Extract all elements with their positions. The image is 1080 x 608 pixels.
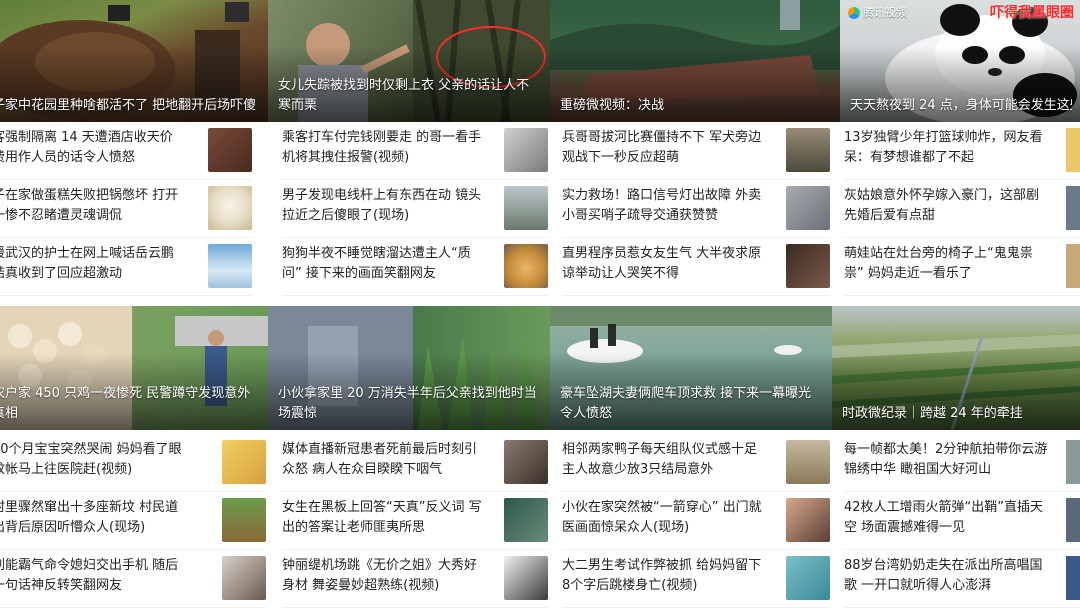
news-title: 10个月宝宝突然哭闹 妈妈看了眼蚊帐马上往医院赶(视频) bbox=[0, 442, 182, 477]
edge-thumbnail-strip bbox=[1066, 440, 1080, 484]
news-title: 大二男生考试作弊被抓 给妈妈留下8个字后跳楼身亡(视频) bbox=[562, 558, 762, 593]
list-item[interactable]: 直男程序员惹女友生气 大半夜求原谅举动让人哭笑不得 bbox=[562, 240, 830, 296]
list-item[interactable]: 相邻两家鸭子每天组队仪式感十足 主人故意少放3只结局意外 bbox=[562, 436, 830, 492]
news-title: 13岁独臂少年打篮球帅炸，网友看呆：有梦想谁都了不起 bbox=[844, 130, 1043, 165]
list-item[interactable]: 客强制隔离 14 天遭酒店收天价费用作人员的话令人愤怒 bbox=[0, 124, 252, 180]
list-item[interactable]: 狗狗半夜不睡觉瞎溜达遭主人“质问” 接下来的画面笑翻网友 bbox=[282, 240, 548, 296]
street-night-thumbnail bbox=[786, 244, 830, 288]
list-item[interactable]: 灰姑娘意外怀孕嫁入豪门，这部剧先婚后爱有点甜 bbox=[844, 182, 1080, 238]
news-title: 女生在黑板上回答“天真”反义词 写出的答案让老师匪夷所思 bbox=[282, 500, 482, 535]
hero-caption: 豪车坠湖夫妻俩爬车顶求救 接下来一幕曝光令人愤怒 bbox=[560, 386, 812, 421]
edge-thumbnail-strip bbox=[1066, 128, 1080, 172]
hero-tile-runaway-son[interactable]: 小伙拿家里 20 万消失半年后父亲找到他时当场震惊 bbox=[268, 306, 550, 430]
list-item[interactable]: 兵哥哥拔河比赛僵持不下 军犬旁边观战下一秒反应超萌 bbox=[562, 124, 830, 180]
pole-thumbnail bbox=[504, 186, 548, 230]
list-item[interactable]: 村里骤然窜出十多座新坟 村民道出背后原因听懵众人(现场) bbox=[0, 494, 266, 550]
edge-thumbnail-strip bbox=[1066, 244, 1080, 288]
news-title: 媒体直播新冠患者死前最后时刻引众怒 病人在众目睽睽下咽气 bbox=[282, 442, 478, 477]
list-item[interactable]: 刘能霸气命令媳妇交出手机 随后一句话神反转笑翻网友 bbox=[0, 552, 266, 608]
news-title: 村里骤然窜出十多座新坟 村民道出背后原因听懵众人(现场) bbox=[0, 500, 179, 535]
hero-caption: 时政微纪录｜跨越 24 年的牵挂 bbox=[842, 406, 1023, 421]
news-title: 每一帧都太美！2分钟航拍带你云游锦绣中华 瞰祖国大好河山 bbox=[844, 442, 1048, 477]
list-item[interactable]: 88岁台湾奶奶走失在派出所高唱国歌 一开口就听得人心澎湃 bbox=[844, 552, 1080, 608]
hero-caption: 农户家 450 只鸡一夜惨死 民警蹲守发现意外真相 bbox=[0, 386, 251, 421]
hero-tile-panda[interactable]: 腾讯视频 吓得我黑眼圈 天天熬夜到 24 点，身体可能会发生这些改变 bbox=[840, 0, 1080, 122]
list-item[interactable]: 每一帧都太美！2分钟航拍带你云游锦绣中华 瞰祖国大好河山 bbox=[844, 436, 1080, 492]
hero-caption: 重磅微视频：决战 bbox=[560, 98, 665, 113]
hero-tile-chickens[interactable]: 农户家 450 只鸡一夜惨死 民警蹲守发现意外真相 bbox=[0, 306, 268, 430]
list-item[interactable]: 13岁独臂少年打篮球帅炸，网友看呆：有梦想谁都了不起 bbox=[844, 124, 1080, 180]
edge-thumbnail-strip bbox=[1066, 498, 1080, 542]
list-item[interactable]: 42枚人工增雨火箭弹“出鞘”直插天空 场面震撼难得一见 bbox=[844, 494, 1080, 550]
list-item[interactable]: 小伙在家突然被“一箭穿心” 出门就医画面惊呆众人(现场) bbox=[562, 494, 830, 550]
hero-tile-garden[interactable]: 子家中花园里种啥都活不了 把地翻开后场吓傻 bbox=[0, 0, 268, 122]
patient-thumbnail bbox=[786, 498, 830, 542]
news-title: 客强制隔离 14 天遭酒店收天价费用作人员的话令人愤怒 bbox=[0, 130, 173, 165]
news-title: 小伙在家突然被“一箭穿心” 出门就医画面惊呆众人(现场) bbox=[562, 500, 762, 535]
news-title: 直男程序员惹女友生气 大半夜求原谅举动让人哭笑不得 bbox=[562, 246, 762, 281]
hero-caption: 小伙拿家里 20 万消失半年后父亲找到他时当场震惊 bbox=[278, 386, 537, 421]
list-item[interactable]: 乘客打车付完钱刚要走 的哥一看手机将其拽住报警(视频) bbox=[282, 124, 548, 180]
nurse-thumbnail bbox=[208, 244, 252, 288]
news-title: 实力救场！路口信号灯出故障 外卖小哥买哨子疏导交通获赞赞 bbox=[562, 188, 762, 223]
tencent-video-watermark: 腾讯视频 bbox=[848, 6, 907, 20]
news-title: 乘客打车付完钱刚要走 的哥一看手机将其拽住报警(视频) bbox=[282, 130, 482, 165]
hero-caption: 子家中花园里种啥都活不了 把地翻开后场吓傻 bbox=[0, 98, 257, 113]
list-item[interactable]: 女生在黑板上回答“天真”反义词 写出的答案让老师匪夷所思 bbox=[282, 494, 548, 550]
list-item[interactable]: 子在家做蛋糕失败把锅憋坏 打开一惨不忍睹遭灵魂调侃 bbox=[0, 182, 252, 238]
list-item[interactable]: 萌娃站在灶台旁的椅子上“鬼鬼祟祟” 妈妈走近一看乐了 bbox=[844, 240, 1080, 296]
hero-caption: 天天熬夜到 24 点，身体可能会发生这些改变 bbox=[850, 98, 1072, 113]
news-title: 刘能霸气命令媳妇交出手机 随后一句话神反转笑翻网友 bbox=[0, 558, 179, 593]
news-title: 援武汉的护士在网上喊话岳云鹏 结真收到了回应超激动 bbox=[0, 246, 175, 281]
actor-thumbnail bbox=[222, 556, 266, 600]
dog-thumbnail bbox=[504, 244, 548, 288]
news-title: 灰姑娘意外怀孕嫁入豪门，这部剧先婚后爱有点甜 bbox=[844, 188, 1040, 223]
hero-tile-chronicle[interactable]: 时政微纪录｜跨越 24 年的牵挂 bbox=[832, 306, 1080, 430]
taxi-thumbnail bbox=[504, 128, 548, 172]
hero-caption: 女儿失踪被找到时仅剩上衣 父亲的话让人不寒而栗 bbox=[278, 78, 530, 113]
stamp-text: 吓得我黑眼圈 bbox=[990, 5, 1074, 21]
edge-thumbnail-strip bbox=[1066, 186, 1080, 230]
list-item[interactable]: 援武汉的护士在网上喊话岳云鹏 结真收到了回应超激动 bbox=[0, 240, 252, 296]
news-title: 88岁台湾奶奶走失在派出所高唱国歌 一开口就听得人心澎湃 bbox=[844, 558, 1043, 593]
hero-tile-car-lake[interactable]: 豪车坠湖夫妻俩爬车顶求救 接下来一幕曝光令人愤怒 bbox=[550, 306, 832, 430]
list-item[interactable]: 大二男生考试作弊被抓 给妈妈留下8个字后跳楼身亡(视频) bbox=[562, 552, 830, 608]
hero-tile-decisive-battle[interactable]: 重磅微视频：决战 bbox=[550, 0, 840, 122]
classroom-thumbnail bbox=[504, 498, 548, 542]
list-item[interactable]: 10个月宝宝突然哭闹 妈妈看了眼蚊帐马上往医院赶(视频) bbox=[0, 436, 266, 492]
brand-label: 腾讯视频 bbox=[863, 6, 907, 19]
news-title: 钟丽缇机场跳《无价之姐》大秀好身材 舞姿曼妙超熟练(视频) bbox=[282, 558, 478, 593]
list-item[interactable]: 钟丽缇机场跳《无价之姐》大秀好身材 舞姿曼妙超熟练(视频) bbox=[282, 552, 548, 608]
hotel-door-thumbnail bbox=[208, 128, 252, 172]
dancer-thumbnail bbox=[504, 556, 548, 600]
hero-tile-missing-daughter[interactable]: 女儿失踪被找到时仅剩上衣 父亲的话让人不寒而栗 bbox=[268, 0, 550, 122]
news-title: 相邻两家鸭子每天组队仪式感十足 主人故意少放3只结局意外 bbox=[562, 442, 758, 477]
list-item[interactable]: 男子发现电线杆上有东西在动 镜头拉近之后傻眼了(现场) bbox=[282, 182, 548, 238]
baby-bed-thumbnail bbox=[222, 440, 266, 484]
list-item[interactable]: 媒体直播新冠患者死前最后时刻引众怒 病人在众目睽睽下咽气 bbox=[282, 436, 548, 492]
news-title: 子在家做蛋糕失败把锅憋坏 打开一惨不忍睹遭灵魂调侃 bbox=[0, 188, 179, 223]
rice-cooker-thumbnail bbox=[208, 186, 252, 230]
edge-thumbnail-strip bbox=[1066, 556, 1080, 600]
soldiers-thumbnail bbox=[786, 128, 830, 172]
student-thumbnail bbox=[786, 556, 830, 600]
ducks-thumbnail bbox=[786, 440, 830, 484]
graves-thumbnail bbox=[222, 498, 266, 542]
news-title: 狗狗半夜不睡觉瞎溜达遭主人“质问” 接下来的画面笑翻网友 bbox=[282, 246, 471, 281]
news-title: 兵哥哥拔河比赛僵持不下 军犬旁边观战下一秒反应超萌 bbox=[562, 130, 762, 165]
list-item[interactable]: 实力救场！路口信号灯出故障 外卖小哥买哨子疏导交通获赞赞 bbox=[562, 182, 830, 238]
news-title: 萌娃站在灶台旁的椅子上“鬼鬼祟祟” 妈妈走近一看乐了 bbox=[844, 246, 1033, 281]
tencent-video-logo-icon bbox=[848, 7, 860, 19]
news-title: 男子发现电线杆上有东西在动 镜头拉近之后傻眼了(现场) bbox=[282, 188, 482, 223]
news-title: 42枚人工增雨火箭弹“出鞘”直插天空 场面震撼难得一见 bbox=[844, 500, 1044, 535]
news-feed-canvas: 子家中花园里种啥都活不了 把地翻开后场吓傻 女儿失踪被找到时仅剩上衣 父亲的话让… bbox=[0, 0, 1080, 608]
hospital-thumbnail bbox=[504, 440, 548, 484]
crossroad-thumbnail bbox=[786, 186, 830, 230]
